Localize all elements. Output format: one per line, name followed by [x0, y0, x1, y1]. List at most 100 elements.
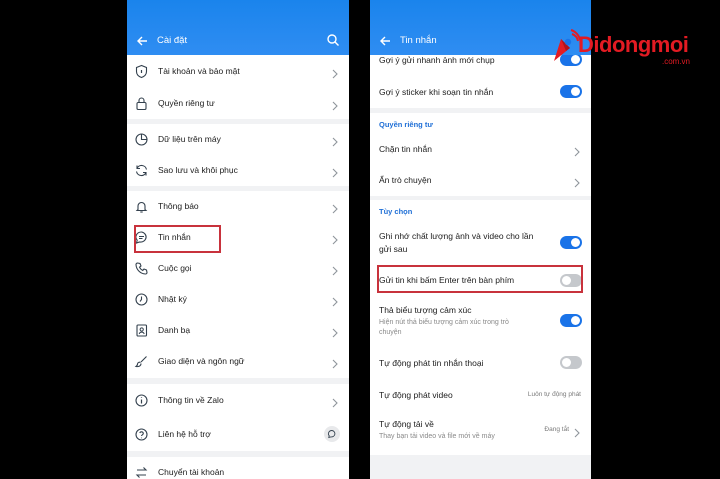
settings-item-switch-account[interactable]: Chuyển tài khoản: [127, 457, 349, 479]
setting-description: Thay bạn tải video và file mới về máy: [379, 433, 495, 440]
settings-item-label: Thông báo: [158, 201, 199, 211]
page-title: Tin nhắn: [400, 35, 437, 46]
setting-label: Chặn tin nhắn: [379, 144, 432, 154]
settings-item-privacy[interactable]: Quyền riêng tư: [127, 87, 349, 119]
setting-label: Tự động phát tin nhắn thoại: [379, 358, 484, 368]
info-icon: [134, 393, 149, 408]
chevron-right-icon: [331, 325, 339, 338]
setting-label-line1: Ghi nhớ chất lượng ảnh và video cho lần: [379, 231, 534, 241]
settings-item-about[interactable]: Thông tin về Zalo: [127, 384, 349, 417]
section-title-options: Tùy chọn: [379, 207, 413, 216]
brand-domain: .com.vn: [662, 57, 691, 66]
shield-icon: [134, 64, 149, 79]
privacy-group: Quyền riêng tư Chặn tin nhắn Ẩn trò chuy…: [370, 113, 591, 196]
setting-row-autoplay-voice[interactable]: Tự động phát tin nhắn thoại: [370, 345, 591, 380]
chevron-right-icon: [331, 66, 339, 79]
brand-logo-mark-icon: [546, 28, 581, 66]
setting-value: Đang tắt: [544, 426, 569, 433]
chevron-right-icon: [573, 175, 581, 188]
chevron-right-icon: [331, 201, 339, 214]
chat-support-icon[interactable]: [324, 426, 340, 442]
chevron-right-icon: [331, 356, 339, 369]
chevron-right-icon: [331, 165, 339, 178]
setting-row-hide-chats[interactable]: Ẩn trò chuyện: [370, 165, 591, 196]
brand-logo: Didongmoi .com.vn: [546, 26, 716, 71]
settings-item-device-data[interactable]: Dữ liệu trên máy: [127, 124, 349, 155]
settings-group-info: Thông tin về Zalo Liên hệ hỗ trợ: [127, 384, 349, 451]
setting-label-line2: gửi sau: [379, 244, 408, 254]
settings-group-data: Dữ liệu trên máy Sao lưu và khôi phục: [127, 124, 349, 186]
settings-item-backup[interactable]: Sao lưu và khôi phục: [127, 155, 349, 186]
options-group: Tùy chọn Ghi nhớ chất lượng ảnh và video…: [370, 200, 591, 455]
lock-icon: [134, 96, 149, 111]
highlight-box-messages: [134, 225, 221, 253]
settings-item-label: Sao lưu và khôi phục: [158, 165, 238, 175]
settings-header: Cài đặt: [127, 0, 349, 55]
brush-icon: [134, 354, 149, 369]
settings-item-account-security[interactable]: Tài khoản và bảo mật: [127, 55, 349, 87]
messages-settings-screen: Gợi ý gửi nhanh ảnh mới chụp Gợi ý stick…: [370, 0, 591, 479]
setting-row-reactions[interactable]: Thả biểu tượng cảm xúc Hiện nút thả biểu…: [370, 297, 591, 345]
settings-item-label: Cuộc gọi: [158, 263, 192, 273]
settings-item-notifications[interactable]: Thông báo: [127, 191, 349, 222]
settings-item-label: Tài khoản và bảo mật: [158, 66, 240, 76]
setting-label: Thả biểu tượng cảm xúc: [379, 305, 472, 315]
settings-item-label: Chuyển tài khoản: [158, 467, 225, 477]
chevron-right-icon: [331, 98, 339, 111]
setting-label: Ẩn trò chuyện: [379, 175, 432, 185]
sync-icon: [134, 163, 149, 178]
help-icon: [134, 427, 149, 442]
chevron-right-icon: [331, 263, 339, 276]
settings-item-label: Thông tin về Zalo: [158, 395, 224, 405]
settings-group-switch: Chuyển tài khoản: [127, 457, 349, 479]
bell-icon: [134, 199, 149, 214]
settings-group-account: Tài khoản và bảo mật Quyền riêng tư: [127, 55, 349, 119]
chevron-right-icon: [331, 232, 339, 245]
phone-icon: [134, 261, 149, 276]
settings-item-appearance[interactable]: Giao diện và ngôn ngữ: [127, 346, 349, 378]
setting-label: Gợi ý gửi nhanh ảnh mới chụp: [379, 55, 495, 65]
setting-label: Tự động phát video: [379, 390, 453, 400]
chevron-right-icon: [331, 395, 339, 408]
setting-description-line1: Hiện nút thả biểu tượng cảm xúc trong tr…: [379, 319, 509, 326]
setting-label: Gợi ý sticker khi soạn tin nhắn: [379, 87, 494, 97]
settings-item-label: Nhật ký: [158, 294, 187, 304]
settings-screen: Cài đặt Tài khoản và bảo mật Quyền riêng…: [127, 0, 349, 479]
settings-item-calls[interactable]: Cuộc gọi: [127, 253, 349, 284]
setting-row-sticker-suggest[interactable]: Gợi ý sticker khi soạn tin nhắn: [370, 73, 591, 108]
setting-row-remember-quality[interactable]: Ghi nhớ chất lượng ảnh và video cho lần …: [370, 224, 591, 264]
settings-item-timeline[interactable]: Nhật ký: [127, 284, 349, 315]
settings-item-label: Danh bạ: [158, 325, 191, 335]
back-arrow-icon[interactable]: [135, 34, 149, 48]
chevron-right-icon: [331, 294, 339, 307]
section-title-privacy: Quyền riêng tư: [379, 120, 433, 129]
pie-chart-icon: [134, 132, 149, 147]
page-title: Cài đặt: [157, 35, 188, 46]
chevron-right-icon: [573, 144, 581, 157]
remember-quality-toggle[interactable]: [560, 236, 582, 249]
settings-item-label: Giao diện và ngôn ngữ: [158, 356, 245, 366]
setting-row-autoplay-video[interactable]: Tự động phát video Luôn tự động phát: [370, 380, 591, 411]
setting-row-block-messages[interactable]: Chặn tin nhắn: [370, 135, 591, 165]
back-arrow-icon[interactable]: [378, 34, 392, 48]
setting-value: Luôn tự động phát: [527, 391, 581, 398]
reactions-toggle[interactable]: [560, 314, 582, 327]
settings-item-label: Liên hệ hỗ trợ: [158, 429, 211, 439]
settings-item-label: Quyền riêng tư: [158, 98, 215, 108]
highlight-box-enter-to-send: [377, 265, 583, 293]
settings-item-label: Dữ liệu trên máy: [158, 134, 221, 144]
setting-description-line2: chuyện: [379, 329, 402, 336]
setting-label: Tự động tải về: [379, 419, 434, 429]
settings-item-support[interactable]: Liên hệ hỗ trợ: [127, 417, 349, 451]
chevron-right-icon: [573, 425, 581, 438]
settings-item-contacts[interactable]: Danh bạ: [127, 315, 349, 346]
contacts-icon: [134, 323, 149, 338]
search-icon[interactable]: [326, 33, 340, 47]
sticker-suggest-toggle[interactable]: [560, 85, 582, 98]
settings-group-features: Thông báo Tin nhắn Cuộc gọi Nhật ký Danh…: [127, 191, 349, 378]
chevron-right-icon: [331, 134, 339, 147]
brand-name: Didongmoi: [578, 32, 689, 57]
autoplay-voice-toggle[interactable]: [560, 356, 582, 369]
setting-row-autodownload[interactable]: Tự động tải về Thay bạn tải video và fil…: [370, 411, 591, 455]
switch-account-icon: [134, 465, 149, 479]
